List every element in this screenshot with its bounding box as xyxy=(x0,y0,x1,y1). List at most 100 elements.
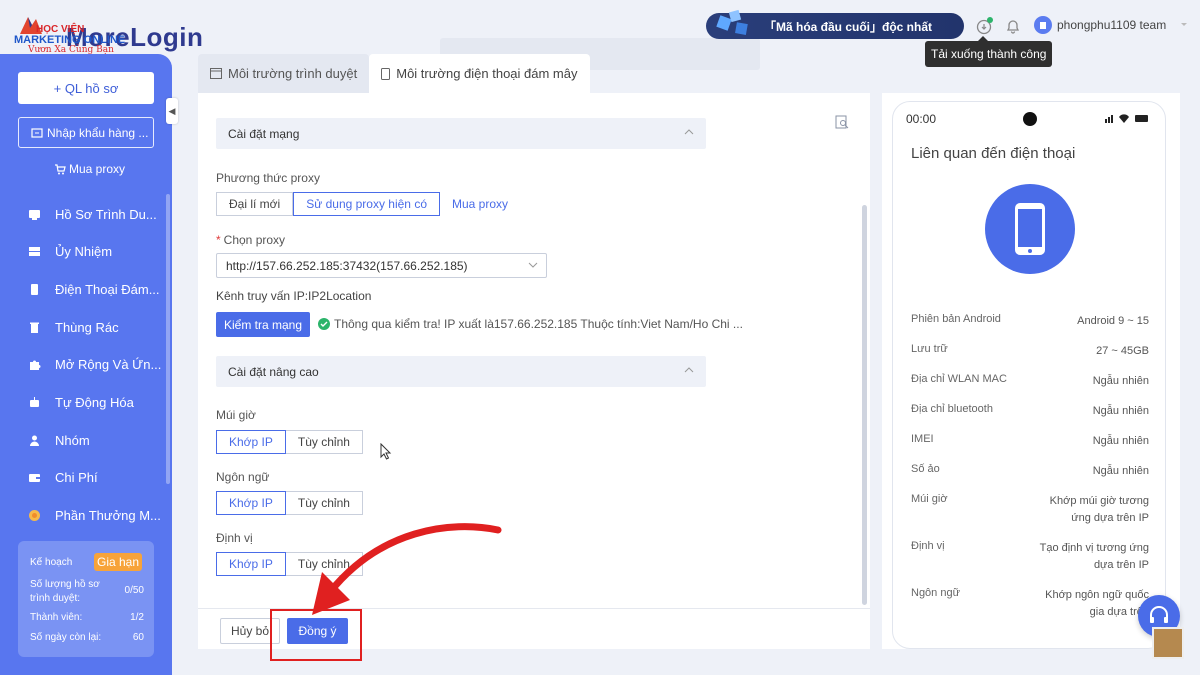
spec-value: 27 ~ 45GB xyxy=(1096,345,1149,357)
puzzle-icon xyxy=(28,358,41,371)
spec-label: Địa chỉ bluetooth xyxy=(911,403,993,415)
headset-icon xyxy=(1150,606,1168,623)
buy-proxy-label: Mua proxy xyxy=(69,162,126,176)
phone-mockup: 00:00 Liên quan đến điện thoại Phiên bản… xyxy=(892,101,1166,649)
spec-row: Địa chỉ bluetooth Ngẫu nhiên xyxy=(911,403,1149,420)
browser-window-icon xyxy=(210,68,222,79)
language-custom-option[interactable]: Tùy chỉnh xyxy=(285,491,363,515)
plan-row-label: Thành viên: xyxy=(30,612,83,623)
sidebar-item-automation[interactable]: Tự Động Hóa xyxy=(28,392,134,412)
check-success-icon xyxy=(318,318,330,330)
annotation-arrow-icon xyxy=(312,523,502,615)
sidebar-item-browser-profiles[interactable]: Hồ Sơ Trình Du... xyxy=(28,204,157,224)
sidebar-item-cloud-phone[interactable]: Điện Thoại Đám... xyxy=(28,279,160,299)
tab-browser-environment[interactable]: Môi trường trình duyệt xyxy=(198,54,370,93)
app-logo[interactable]: MoreLogin HỌC VIỆN MARKETING ONLINE Vươn… xyxy=(14,10,203,56)
check-network-button[interactable]: Kiểm tra mạng xyxy=(216,312,310,337)
spec-value: Ngẫu nhiên xyxy=(1092,435,1149,447)
phone-status-icons xyxy=(1105,114,1148,123)
phone-icon xyxy=(28,283,41,296)
sidebar: + QL hồ sơ Nhập khẩu hàng ... Mua proxy … xyxy=(0,54,172,675)
sidebar-item-label: Điện Thoại Đám... xyxy=(55,281,160,297)
sidebar-item-extensions[interactable]: Mở Rộng Và Ứn... xyxy=(28,354,161,374)
bell-icon[interactable] xyxy=(1004,17,1022,35)
sidebar-item-rewards[interactable]: Phần Thưởng M... xyxy=(28,505,161,525)
promo-banner[interactable]: 「Mã hóa đầu cuối」độc nhất xyxy=(706,9,964,39)
document-search-icon[interactable] xyxy=(835,115,849,129)
download-tooltip: Tải xuống thành công xyxy=(925,36,1053,67)
chevron-down-icon xyxy=(528,262,538,268)
plan-row-label: Số ngày còn lại: xyxy=(30,632,102,643)
spec-value: Ngẫu nhiên xyxy=(1092,465,1149,477)
proxy-icon xyxy=(28,245,41,258)
top-bar: MoreLogin HỌC VIỆN MARKETING ONLINE Vươn… xyxy=(0,0,1200,70)
proxy-select-value: http://157.66.252.185:37432(157.66.252.1… xyxy=(226,258,468,273)
timezone-match-ip-option[interactable]: Khớp IP xyxy=(216,430,286,454)
network-settings-header[interactable]: Cài đặt mạng xyxy=(216,118,706,149)
location-match-ip-option[interactable]: Khớp IP xyxy=(216,552,286,576)
phone-panel-title: Liên quan đến điện thoại xyxy=(911,145,1076,162)
plan-title: Kế hoạch xyxy=(30,557,73,568)
form-scrollbar[interactable] xyxy=(862,205,867,605)
sidebar-scrollbar[interactable] xyxy=(166,194,170,484)
smartphone-icon xyxy=(985,184,1075,274)
language-match-ip-option[interactable]: Khớp IP xyxy=(216,491,286,515)
import-button[interactable]: Nhập khẩu hàng ... xyxy=(18,117,154,148)
tab-cloud-phone-environment[interactable]: Môi trường điện thoại đám mây xyxy=(369,54,590,93)
spec-label: Địa chỉ WLAN MAC xyxy=(911,373,1007,385)
sidebar-collapse-toggle[interactable]: ◀ xyxy=(166,98,178,124)
sidebar-item-label: Mở Rộng Và Ứn... xyxy=(55,356,162,372)
spec-row: Phiên bản Android Android 9 ~ 15 xyxy=(911,313,1149,330)
import-icon xyxy=(31,127,43,138)
browser-icon xyxy=(28,208,41,221)
new-proxy-option[interactable]: Đại lí mới xyxy=(216,192,294,216)
choose-proxy-text: Chọn proxy xyxy=(223,233,286,247)
mobile-icon xyxy=(381,67,391,80)
download-status-icon[interactable] xyxy=(975,17,993,35)
tab-label: Môi trường điện thoại đám mây xyxy=(396,66,578,81)
spec-row: Định vị Tạo định vị tương ứng dựa trên I… xyxy=(911,540,1149,574)
proxy-method-selector: Đại lí mới Sử dụng proxy hiện có Mua pro… xyxy=(216,192,520,216)
chevron-up-icon xyxy=(684,129,694,135)
phone-preview-card: 00:00 Liên quan đến điện thoại Phiên bản… xyxy=(882,93,1180,649)
spec-value: Khớp ngôn ngữ quốc gia dựa trên xyxy=(1045,589,1149,618)
proxy-select[interactable]: http://157.66.252.185:37432(157.66.252.1… xyxy=(216,253,547,278)
sidebar-item-billing[interactable]: Chi Phí xyxy=(28,467,98,487)
avatar xyxy=(1034,16,1052,34)
spec-row: Lưu trữ 27 ~ 45GB xyxy=(911,343,1149,360)
sidebar-item-label: Tự Động Hóa xyxy=(55,394,134,410)
plan-row: Số ngày còn lại: 60 xyxy=(30,632,144,643)
spec-label: Phiên bản Android xyxy=(911,313,1001,325)
check-result: Thông qua kiểm tra! IP xuất là157.66.252… xyxy=(318,317,743,331)
plan-row: Thành viên: 1/2 xyxy=(30,612,144,623)
section-title: Cài đặt nâng cao xyxy=(228,364,319,379)
advanced-settings-header[interactable]: Cài đặt nâng cao xyxy=(216,356,706,387)
timezone-custom-option[interactable]: Tùy chỉnh xyxy=(285,430,363,454)
user-menu[interactable]: phongphu1109 team xyxy=(1034,16,1189,34)
spec-label: Ngôn ngữ xyxy=(911,587,960,599)
camera-notch-icon xyxy=(1023,112,1037,126)
cart-icon xyxy=(55,163,66,174)
spec-row: Địa chỉ WLAN MAC Ngẫu nhiên xyxy=(911,373,1149,390)
plan-row-value: 0/50 xyxy=(124,585,144,596)
spec-label: Múi giờ xyxy=(911,493,948,505)
check-result-text: Thông qua kiểm tra! IP xuất là157.66.252… xyxy=(334,317,743,331)
buy-proxy-option[interactable]: Mua proxy xyxy=(440,192,520,216)
timezone-label: Múi giờ xyxy=(216,408,256,422)
sidebar-item-label: Thùng Rác xyxy=(55,319,119,335)
new-profile-button[interactable]: + QL hồ sơ xyxy=(18,72,154,104)
buy-proxy-link[interactable]: Mua proxy xyxy=(54,162,125,176)
sidebar-item-trash[interactable]: Thùng Rác xyxy=(28,317,119,337)
sidebar-item-label: Ủy Nhiệm xyxy=(55,243,113,259)
existing-proxy-option[interactable]: Sử dụng proxy hiện có xyxy=(293,192,440,216)
user-icon xyxy=(1040,22,1046,29)
annotation-highlight-box xyxy=(270,609,362,661)
reward-icon xyxy=(28,509,41,522)
sidebar-item-label: Nhóm xyxy=(55,432,90,448)
phone-time: 00:00 xyxy=(906,112,937,126)
sidebar-item-groups[interactable]: Nhóm xyxy=(28,430,90,450)
choose-proxy-label: * Chọn proxy xyxy=(216,233,285,247)
sidebar-item-proxy[interactable]: Ủy Nhiệm xyxy=(28,241,112,261)
spec-row: Ngôn ngữ Khớp ngôn ngữ quốc gia dựa trên xyxy=(911,587,1149,621)
renew-button[interactable]: Gia hạn xyxy=(94,553,142,571)
